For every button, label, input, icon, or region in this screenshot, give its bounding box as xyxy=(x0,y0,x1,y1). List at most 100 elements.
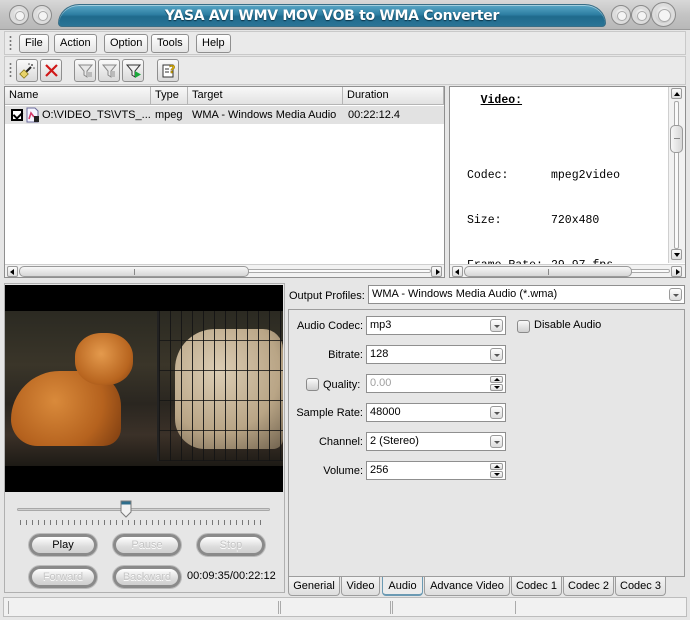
video-preview[interactable] xyxy=(5,285,283,492)
convert-button[interactable] xyxy=(74,59,96,82)
pause-button[interactable]: Pause xyxy=(113,534,181,556)
scroll-thumb[interactable] xyxy=(19,266,249,277)
chevron-down-icon[interactable] xyxy=(490,406,503,419)
scroll-left-arrow[interactable] xyxy=(7,266,18,277)
play-button[interactable]: Play xyxy=(29,534,97,556)
sample-rate-value: 48000 xyxy=(370,406,401,418)
file-name: O:\VIDEO_TS\VTS_... xyxy=(42,109,151,121)
minimize-button[interactable] xyxy=(611,5,631,25)
chevron-down-icon[interactable] xyxy=(490,348,503,361)
tab-audio[interactable]: Audio xyxy=(382,577,423,596)
bitrate-label: Bitrate: xyxy=(328,349,363,361)
add-files-button[interactable] xyxy=(16,59,38,82)
quality-checkbox[interactable] xyxy=(306,378,319,391)
menu-bar: File Action Option Tools Help xyxy=(4,31,686,55)
file-list-header: Name Type Target Duration xyxy=(5,87,444,105)
volume-label: Volume: xyxy=(323,465,363,477)
sample-rate-label: Sample Rate: xyxy=(296,407,363,419)
scroll-thumb[interactable] xyxy=(464,266,632,277)
backward-button[interactable]: Backward xyxy=(113,566,181,588)
forward-button[interactable]: Forward xyxy=(29,566,97,588)
channel-value: 2 (Stereo) xyxy=(370,435,419,447)
volume-value: 256 xyxy=(370,464,389,476)
column-header-name[interactable]: Name xyxy=(5,87,151,105)
disable-audio-label[interactable]: Disable Audio xyxy=(534,319,601,332)
window-control-icon[interactable] xyxy=(32,5,52,25)
column-header-target[interactable]: Target xyxy=(188,87,343,105)
tab-codec-2[interactable]: Codec 2 xyxy=(563,577,614,596)
scroll-right-arrow[interactable] xyxy=(671,266,682,277)
row-checkbox[interactable] xyxy=(11,109,23,121)
file-list-hscrollbar[interactable] xyxy=(5,264,444,277)
scroll-right-arrow[interactable] xyxy=(431,266,442,277)
funnel-icon xyxy=(77,64,94,78)
help-button[interactable]: ? xyxy=(157,59,179,82)
window-control-icon[interactable] xyxy=(9,5,29,25)
quality-label: Quality: xyxy=(323,379,361,391)
video-frame-image xyxy=(5,311,283,466)
quality-value: 0.00 xyxy=(370,377,392,389)
file-list[interactable]: Name Type Target Duration O:\VIDEO_TS\VT… xyxy=(4,86,445,278)
close-button[interactable] xyxy=(651,2,676,27)
scroll-thumb[interactable] xyxy=(670,125,683,153)
menu-file[interactable]: File xyxy=(19,34,49,53)
title-bar[interactable]: YASA AVI WMV MOV VOB to WMA Converter xyxy=(0,0,690,30)
seek-track[interactable] xyxy=(17,508,270,511)
chevron-down-icon[interactable] xyxy=(669,288,682,301)
column-header-type[interactable]: Type xyxy=(151,87,188,105)
file-list-row[interactable]: O:\VIDEO_TS\VTS_... mpeg WMA - Windows M… xyxy=(5,106,444,124)
convert-selected-button[interactable] xyxy=(98,59,120,82)
media-info-panel[interactable]: Video: Codec:mpeg2video Size:720x480 Fra… xyxy=(449,86,686,278)
tab-codec-3[interactable]: Codec 3 xyxy=(615,577,666,596)
info-hscrollbar[interactable] xyxy=(450,264,685,277)
spin-up-icon[interactable] xyxy=(490,463,503,470)
spin-up-icon[interactable] xyxy=(490,376,503,383)
toolbar-grip[interactable] xyxy=(9,62,12,78)
scroll-up-arrow[interactable] xyxy=(671,88,682,99)
red-x-remove-icon xyxy=(45,64,58,77)
chevron-down-icon[interactable] xyxy=(490,435,503,448)
menu-option[interactable]: Option xyxy=(104,34,149,53)
output-profiles-label: Output Profiles: xyxy=(289,290,365,302)
media-info-text: Video: Codec:mpeg2video Size:720x480 Fra… xyxy=(453,87,665,277)
menu-action[interactable]: Action xyxy=(54,34,97,53)
menu-tools[interactable]: Tools xyxy=(151,34,189,53)
maximize-button[interactable] xyxy=(631,5,651,25)
scroll-left-arrow[interactable] xyxy=(452,266,463,277)
scroll-down-arrow[interactable] xyxy=(671,249,682,260)
file-type: mpeg xyxy=(155,109,183,121)
seek-slider-thumb[interactable] xyxy=(120,500,132,518)
spin-down-icon[interactable] xyxy=(490,384,503,391)
media-file-icon xyxy=(26,107,39,123)
info-vscrollbar[interactable] xyxy=(668,87,685,263)
toolbar: ? xyxy=(4,56,686,85)
tab-video[interactable]: Video xyxy=(341,577,380,596)
spin-down-icon[interactable] xyxy=(490,471,503,478)
svg-text:?: ? xyxy=(169,63,175,76)
column-header-duration[interactable]: Duration xyxy=(343,87,444,105)
disable-audio-checkbox[interactable] xyxy=(517,320,530,333)
window-title: YASA AVI WMV MOV VOB to WMA Converter xyxy=(164,8,500,24)
tab-advance-video[interactable]: Advance Video xyxy=(424,577,510,596)
tab-codec-1[interactable]: Codec 1 xyxy=(511,577,562,596)
menubar-grip[interactable] xyxy=(9,35,12,51)
quality-spinner[interactable]: 0.00 xyxy=(366,374,506,393)
start-button[interactable] xyxy=(122,59,144,82)
volume-spinner[interactable]: 256 xyxy=(366,461,506,480)
video-info-row: Size: 720x480 xyxy=(467,214,600,227)
file-duration: 00:22:12.4 xyxy=(348,109,400,121)
tab-general[interactable]: Generial xyxy=(288,577,340,596)
output-profile-value: WMA - Windows Media Audio (*.wma) xyxy=(372,288,558,300)
channel-select[interactable]: 2 (Stereo) xyxy=(366,432,506,451)
menu-help[interactable]: Help xyxy=(196,34,231,53)
bitrate-select[interactable]: 128 xyxy=(366,345,506,364)
volume-spin-buttons[interactable] xyxy=(490,462,503,479)
chevron-down-icon[interactable] xyxy=(490,319,503,332)
audio-codec-select[interactable]: mp3 xyxy=(366,316,506,335)
quality-spin-buttons[interactable] xyxy=(490,375,503,392)
output-profile-select[interactable]: WMA - Windows Media Audio (*.wma) xyxy=(368,285,685,304)
sample-rate-select[interactable]: 48000 xyxy=(366,403,506,422)
scroll-track[interactable] xyxy=(674,101,679,249)
remove-button[interactable] xyxy=(40,59,62,82)
stop-button[interactable]: Stop xyxy=(197,534,265,556)
